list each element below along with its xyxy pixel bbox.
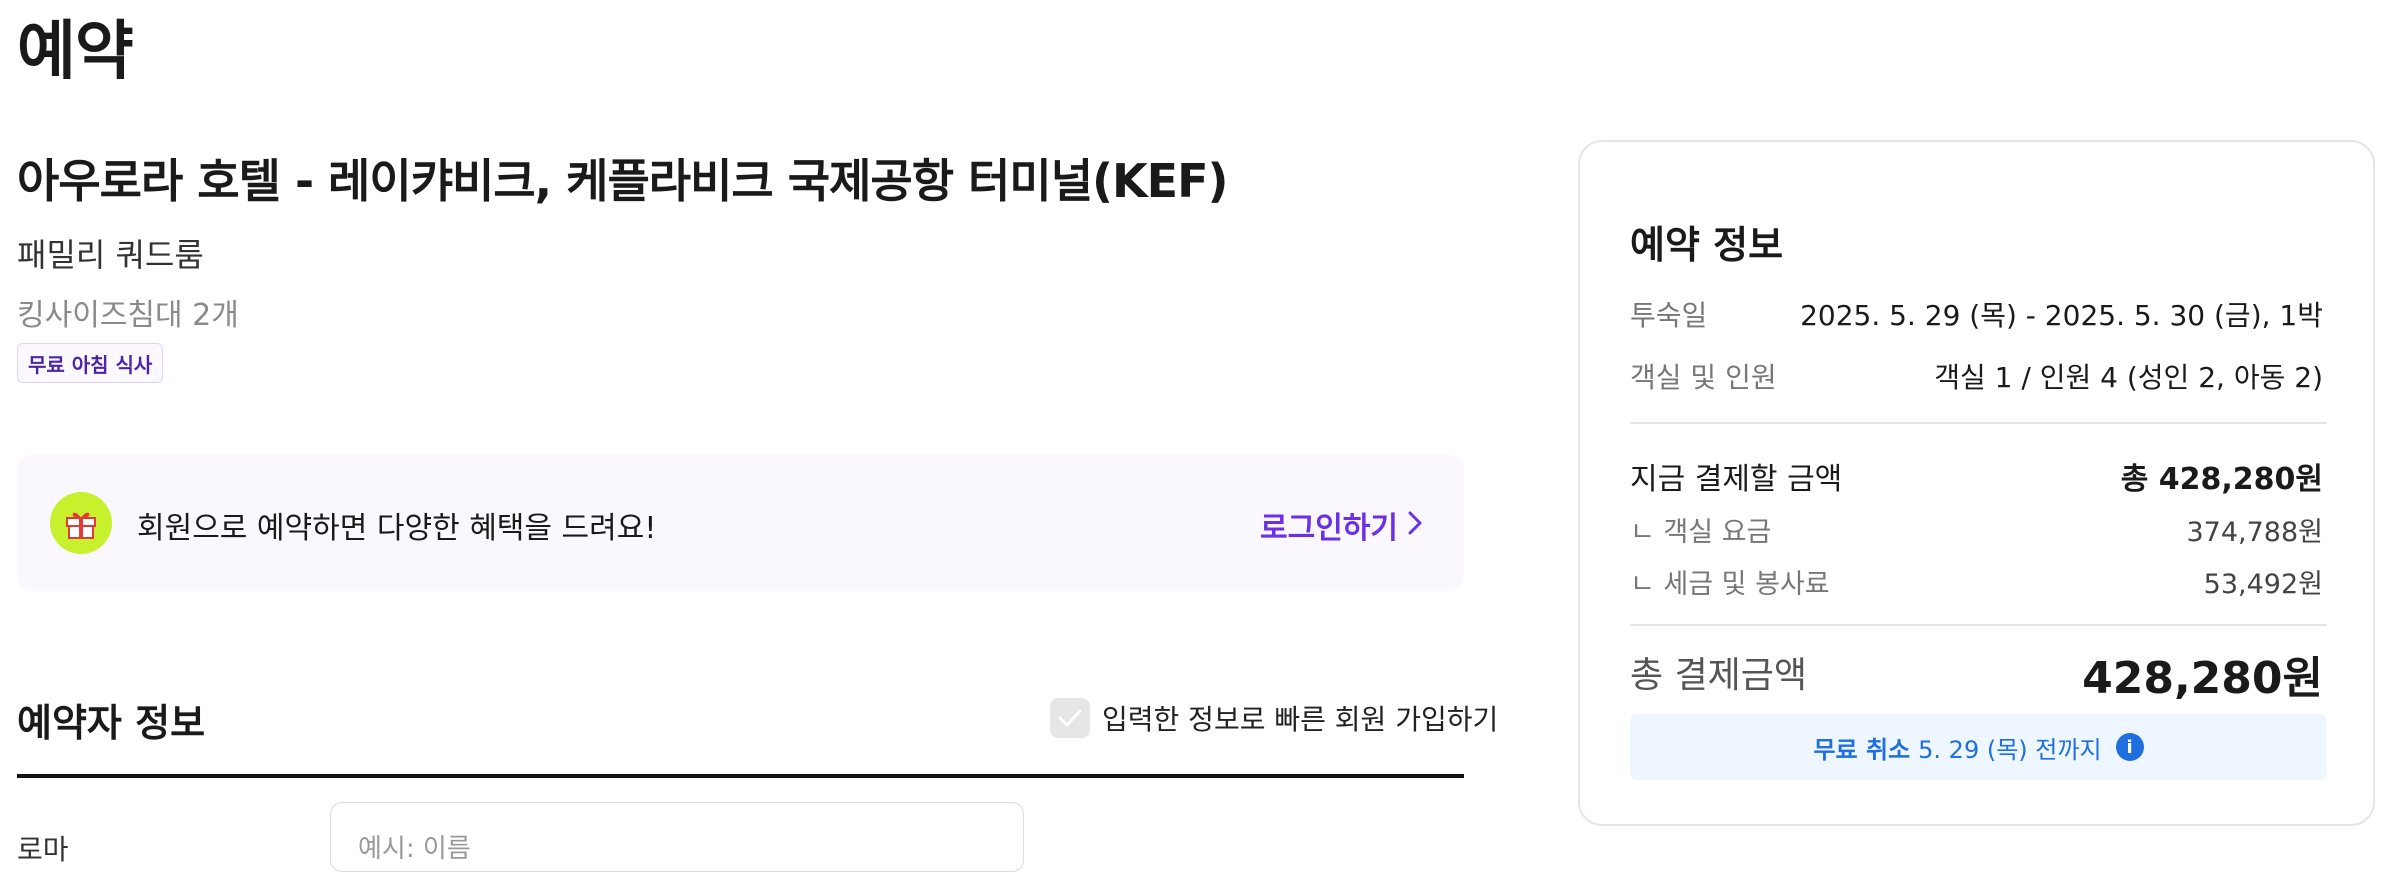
name-field-label: 로마 <box>17 833 69 866</box>
promo-text: 회원으로 예약하면 다양한 혜택을 드려요! <box>137 511 657 546</box>
free-cancel-notice: 무료 취소 5. 29 (목) 전까지 i <box>1630 714 2327 780</box>
member-promo-banner: 회원으로 예약하면 다양한 혜택을 드려요! 로그인하기 <box>17 455 1464 591</box>
name-input-placeholder: 예시: 이름 <box>358 834 471 864</box>
breakfast-badge: 무료 아침 식사 <box>17 343 164 383</box>
free-cancel-deadline: 5. 29 (목) 전까지 <box>1918 735 2102 764</box>
room-fee-value: 374,788원 <box>2186 517 2324 548</box>
tax-value: 53,492원 <box>2203 569 2323 600</box>
stay-value: 2025. 5. 29 (목) - 2025. 5. 30 (금), 1박 <box>1800 299 2323 332</box>
stay-label: 투숙일 <box>1630 299 1708 332</box>
summary-divider <box>1630 624 2327 626</box>
login-link-label: 로그인하기 <box>1260 511 1398 546</box>
room-type: 패밀리 쿼드룸 <box>17 236 204 274</box>
section-divider <box>17 774 1464 778</box>
quick-signup-checkbox[interactable]: 입력한 정보로 빠른 회원 가입하기 <box>1050 698 1498 738</box>
chevron-right-icon <box>1408 508 1422 543</box>
summary-divider <box>1630 422 2327 424</box>
hotel-name: 아우로라 호텔 - 레이캬비크, 케플라비크 국제공항 터미널(KEF) <box>17 154 1229 208</box>
pay-now-label: 지금 결제할 금액 <box>1630 462 1843 497</box>
booking-summary-card: 예약 정보 투숙일 2025. 5. 29 (목) - 2025. 5. 30 … <box>1578 140 2375 826</box>
total-label: 총 결제금액 <box>1630 655 1808 696</box>
login-link[interactable]: 로그인하기 <box>1260 503 1422 547</box>
free-cancel-label: 무료 취소 <box>1813 735 1911 764</box>
summary-title: 예약 정보 <box>1630 223 1784 267</box>
checkbox[interactable] <box>1050 698 1090 738</box>
pay-now-value: 총 428,280원 <box>2120 462 2323 497</box>
guests-value: 객실 1 / 인원 4 (성인 2, 아동 2) <box>1934 361 2323 394</box>
gift-icon <box>50 492 112 554</box>
page-title: 예약 <box>17 15 134 89</box>
bed-info: 킹사이즈침대 2개 <box>17 298 239 333</box>
booker-section-title: 예약자 정보 <box>17 701 206 745</box>
guests-label: 객실 및 인원 <box>1630 361 1777 394</box>
room-fee-label: ㄴ 객실 요금 <box>1630 517 1772 548</box>
info-icon[interactable]: i <box>2115 733 2144 761</box>
quick-signup-label: 입력한 정보로 빠른 회원 가입하기 <box>1102 703 1499 736</box>
total-value: 428,280원 <box>2082 653 2323 704</box>
tax-label: ㄴ 세금 및 봉사료 <box>1630 569 1830 600</box>
